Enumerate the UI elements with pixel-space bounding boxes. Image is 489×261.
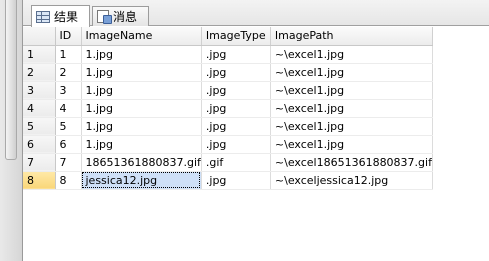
column-header-id[interactable]: ID xyxy=(55,27,82,46)
row-number[interactable]: 5 xyxy=(23,117,56,136)
cell-imagetype[interactable]: .jpg xyxy=(201,81,271,100)
table-row[interactable]: 1 1 1.jpg .jpg ~\excel1.jpg xyxy=(23,45,433,64)
cell-imagepath[interactable]: ~\excel1.jpg xyxy=(270,135,433,154)
results-grid: ID ImageName ImageType ImagePath 1 1 1.j… xyxy=(23,27,489,190)
row-number[interactable]: 6 xyxy=(23,135,56,154)
cell-imagename[interactable]: 1.jpg xyxy=(81,99,202,118)
row-number[interactable]: 1 xyxy=(23,45,56,64)
cell-imagetype[interactable]: .jpg xyxy=(201,171,271,190)
cell-imagepath[interactable]: ~\excel18651361880837.gif xyxy=(270,153,433,172)
cell-imagetype[interactable]: .gif xyxy=(201,153,271,172)
row-number[interactable]: 8 xyxy=(23,171,56,190)
table-row[interactable]: 7 7 18651361880837.gif .gif ~\excel18651… xyxy=(23,153,433,172)
table-row[interactable]: 2 2 1.jpg .jpg ~\excel1.jpg xyxy=(23,63,433,82)
column-header-imagepath[interactable]: ImagePath xyxy=(270,27,433,46)
left-scroll-gutter[interactable] xyxy=(0,0,22,261)
scrollbar-thumb[interactable] xyxy=(5,0,17,160)
row-number[interactable]: 7 xyxy=(23,153,56,172)
cell-imagename[interactable]: 1.jpg xyxy=(81,81,202,100)
cell-id[interactable]: 5 xyxy=(55,117,82,136)
cell-id[interactable]: 7 xyxy=(55,153,82,172)
cell-imagename[interactable]: 1.jpg xyxy=(81,45,202,64)
corner-header[interactable] xyxy=(23,27,56,46)
tab-messages-label: 消息 xyxy=(113,10,138,24)
cell-imagepath[interactable]: ~\excel1.jpg xyxy=(270,45,433,64)
row-number[interactable]: 4 xyxy=(23,99,56,118)
cell-id[interactable]: 2 xyxy=(55,63,82,82)
tab-messages[interactable]: 消息 xyxy=(92,6,149,26)
cell-imagetype[interactable]: .jpg xyxy=(201,117,271,136)
cell-imagepath[interactable]: ~\excel1.jpg xyxy=(270,99,433,118)
cell-id[interactable]: 1 xyxy=(55,45,82,64)
grid-icon xyxy=(36,10,50,23)
cell-imagename-selected[interactable]: jessica12.jpg xyxy=(81,171,202,190)
cell-id[interactable]: 8 xyxy=(55,171,82,190)
cell-imagepath[interactable]: ~\excel1.jpg xyxy=(270,81,433,100)
column-header-imagename[interactable]: ImageName xyxy=(81,27,202,46)
message-icon xyxy=(97,10,112,24)
cell-id[interactable]: 3 xyxy=(55,81,82,100)
cell-imagetype[interactable]: .jpg xyxy=(201,99,271,118)
table-row[interactable]: 6 6 1.jpg .jpg ~\excel1.jpg xyxy=(23,135,433,154)
cell-imagetype[interactable]: .jpg xyxy=(201,63,271,82)
results-tabbar: 结果 消息 xyxy=(23,0,489,27)
tab-results-label: 结果 xyxy=(54,10,79,24)
column-header-imagetype[interactable]: ImageType xyxy=(201,27,271,46)
cell-id[interactable]: 6 xyxy=(55,135,82,154)
table-row[interactable]: 5 5 1.jpg .jpg ~\excel1.jpg xyxy=(23,117,433,136)
table-row-selected[interactable]: 8 8 jessica12.jpg .jpg ~\exceljessica12.… xyxy=(23,171,433,190)
tab-results[interactable]: 结果 xyxy=(31,5,90,27)
row-number[interactable]: 2 xyxy=(23,63,56,82)
cell-imagepath[interactable]: ~\excel1.jpg xyxy=(270,63,433,82)
cell-imagename[interactable]: 1.jpg xyxy=(81,117,202,136)
row-number[interactable]: 3 xyxy=(23,81,56,100)
cell-imagetype[interactable]: .jpg xyxy=(201,135,271,154)
table-row[interactable]: 3 3 1.jpg .jpg ~\excel1.jpg xyxy=(23,81,433,100)
results-table: ID ImageName ImageType ImagePath 1 1 1.j… xyxy=(23,27,433,190)
table-row[interactable]: 4 4 1.jpg .jpg ~\excel1.jpg xyxy=(23,99,433,118)
cell-imagename[interactable]: 1.jpg xyxy=(81,135,202,154)
cell-id[interactable]: 4 xyxy=(55,99,82,118)
cell-imagename[interactable]: 1.jpg xyxy=(81,63,202,82)
table-header-row: ID ImageName ImageType ImagePath xyxy=(23,27,433,46)
cell-imagetype[interactable]: .jpg xyxy=(201,45,271,64)
cell-imagename[interactable]: 18651361880837.gif xyxy=(81,153,202,172)
cell-imagepath[interactable]: ~\exceljessica12.jpg xyxy=(270,171,433,190)
results-panel: 结果 消息 ID ImageName ImageType ImagePath 1… xyxy=(22,0,489,261)
cell-imagepath[interactable]: ~\excel1.jpg xyxy=(270,117,433,136)
